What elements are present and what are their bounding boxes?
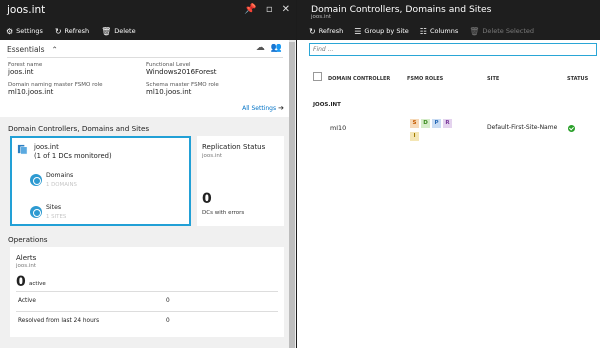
- alerts-tile[interactable]: Alerts joos.int 0 active Active 0 Resolv…: [10, 247, 284, 337]
- group-by-site-button[interactable]: ☰ Group by Site: [354, 27, 409, 36]
- forest-name: Forest name joos.int: [8, 62, 43, 76]
- refresh-button[interactable]: ↻ Refresh: [309, 27, 343, 36]
- dc-name-cell: ml10: [330, 124, 347, 132]
- right-toolbar: ↻ Refresh ☰ Group by Site ☷ Columns 🗑 De…: [297, 22, 600, 40]
- alerts-row-active[interactable]: Active 0: [16, 291, 278, 311]
- essentials-panel: Essentials ⌃ ☁ 👥 Forest name joos.int Fu…: [0, 40, 290, 117]
- fsmo-badge-domain: D: [421, 119, 430, 128]
- domain-icon: [17, 144, 28, 155]
- essentials-toggle[interactable]: Essentials ⌃: [7, 45, 58, 54]
- alerts-row-resolved[interactable]: Resolved from last 24 hours 0: [16, 311, 278, 331]
- arrow-right-icon: ➔: [278, 104, 284, 112]
- columns-button[interactable]: ☷ Columns: [420, 27, 458, 36]
- dc-tile-name: joos.int: [34, 143, 59, 151]
- settings-button[interactable]: ⚙ Settings: [6, 27, 43, 36]
- title-bar: Domain Controllers, Domains and Sites jo…: [297, 0, 600, 22]
- site-cell: Default-First-Site-Name: [487, 124, 558, 131]
- status-ok-icon: [568, 125, 575, 132]
- column-header-site[interactable]: SITE: [487, 76, 499, 82]
- blade-title: joos.int: [7, 4, 46, 16]
- globe-icon: [30, 174, 42, 186]
- table-row[interactable]: ml10 SDPR I Default-First-Site-Name: [297, 118, 600, 150]
- domain-blade: joos.int 📌 ▫ ✕ ⚙ Settings ↻ Refresh 🗑 De…: [0, 0, 296, 348]
- group-label: JOOS.INT: [313, 102, 341, 108]
- restore-icon[interactable]: ▫: [266, 4, 273, 15]
- fsmo-badge-pdc: P: [432, 119, 441, 128]
- column-header-status[interactable]: STATUS: [567, 76, 588, 82]
- delete-selected-button[interactable]: 🗑 Delete Selected: [469, 27, 534, 36]
- all-settings-link[interactable]: All Settings ➔: [242, 104, 284, 112]
- scrollbar-thumb[interactable]: [289, 42, 295, 348]
- users-icon[interactable]: 👥: [271, 43, 282, 53]
- alerts-count: 0: [16, 274, 26, 290]
- globe-icon: [30, 206, 42, 218]
- left-toolbar: ⚙ Settings ↻ Refresh 🗑 Delete: [0, 22, 296, 40]
- replication-status-tile[interactable]: Replication Status joos.int 0 DCs with e…: [197, 136, 284, 226]
- dc-list-blade: Domain Controllers, Domains and Sites jo…: [297, 0, 600, 348]
- blade-title: Domain Controllers, Domains and Sites: [311, 4, 492, 15]
- domain-naming-master: Domain naming master FSMO role ml10.joos…: [8, 82, 103, 96]
- cloud-icon[interactable]: ☁: [256, 43, 265, 53]
- vertical-scrollbar[interactable]: [289, 40, 295, 348]
- list-icon: ☰: [354, 26, 362, 36]
- dc-tile[interactable]: joos.int (1 of 1 DCs monitored) Domains …: [10, 136, 191, 226]
- refresh-button[interactable]: ↻ Refresh: [55, 27, 89, 36]
- replication-error-count: 0: [202, 191, 212, 207]
- trash-icon: 🗑: [101, 26, 112, 36]
- fsmo-badge-rid: R: [443, 119, 452, 128]
- operations-title: Operations: [8, 235, 48, 244]
- close-icon[interactable]: ✕: [282, 4, 290, 15]
- essentials-divider: [7, 57, 283, 58]
- dc-tile-summary: (1 of 1 DCs monitored): [34, 152, 112, 160]
- fsmo-roles-cell: SDPR I: [410, 118, 474, 141]
- title-bar: joos.int 📌 ▫ ✕: [0, 0, 296, 22]
- dc-section-title: Domain Controllers, Domains and Sites: [8, 124, 150, 133]
- delete-button[interactable]: 🗑 Delete: [101, 27, 136, 36]
- fsmo-badge-schema: S: [410, 119, 419, 128]
- fsmo-badge-infrastructure: I: [410, 132, 419, 141]
- trash-icon: 🗑: [469, 26, 480, 36]
- gear-icon: ⚙: [6, 26, 14, 36]
- columns-icon: ☷: [419, 26, 427, 36]
- blade-subtitle: joos.int: [311, 14, 332, 20]
- chevron-up-icon: ⌃: [51, 45, 58, 54]
- column-header-dc[interactable]: DOMAIN CONTROLLER: [328, 76, 390, 82]
- pin-icon[interactable]: 📌: [244, 4, 256, 15]
- schema-master: Schema master FSMO role ml10.joos.int: [146, 82, 219, 96]
- find-input[interactable]: Find ...: [309, 43, 597, 56]
- refresh-icon: ↻: [54, 26, 62, 36]
- column-header-fsmo[interactable]: FSMO ROLES: [407, 76, 443, 82]
- refresh-icon: ↻: [309, 26, 316, 36]
- table-header: DOMAIN CONTROLLER FSMO ROLES SITE STATUS: [297, 70, 600, 88]
- functional-level: Functional Level Windows2016Forest: [146, 62, 217, 76]
